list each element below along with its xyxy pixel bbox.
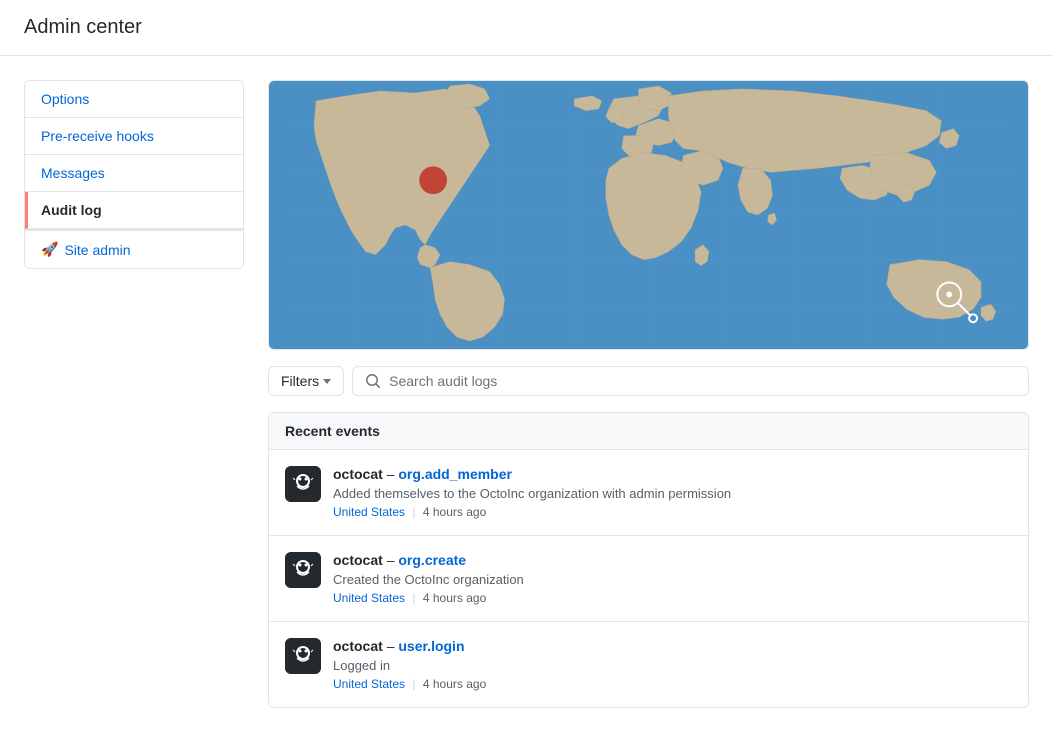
meta-separator: | <box>412 677 415 691</box>
event-meta: United States | 4 hours ago <box>333 591 1012 605</box>
octocat-icon <box>285 466 321 502</box>
event-time: 4 hours ago <box>423 677 486 691</box>
event-title: octocat – org.add_member <box>333 466 1012 482</box>
event-separator: – <box>387 466 399 482</box>
event-separator: – <box>387 638 399 654</box>
event-location[interactable]: United States <box>333 677 405 691</box>
event-meta: United States | 4 hours ago <box>333 505 1012 519</box>
event-description: Added themselves to the OctoInc organiza… <box>333 486 1012 501</box>
filters-button[interactable]: Filters <box>268 366 344 396</box>
search-icon <box>365 373 381 389</box>
event-description: Logged in <box>333 658 1012 673</box>
event-title: octocat – org.create <box>333 552 1012 568</box>
event-username[interactable]: octocat <box>333 638 383 654</box>
event-action[interactable]: user.login <box>398 638 464 654</box>
page-title: Admin center <box>24 16 1029 39</box>
sidebar-item-site-admin[interactable]: 🚀 Site admin <box>25 231 243 268</box>
avatar <box>285 552 321 588</box>
sidebar-item-options[interactable]: Options <box>25 81 243 118</box>
event-username[interactable]: octocat <box>333 552 383 568</box>
rocket-icon: 🚀 <box>41 241 58 258</box>
event-separator: – <box>387 552 399 568</box>
avatar <box>285 466 321 502</box>
octocat-icon <box>285 552 321 588</box>
sidebar-item-audit-log[interactable]: Audit log <box>25 192 243 229</box>
sidebar: Options Pre-receive hooks Messages Audit… <box>24 80 244 269</box>
event-time: 4 hours ago <box>423 591 486 605</box>
event-title: octocat – user.login <box>333 638 1012 654</box>
meta-separator: | <box>412 505 415 519</box>
avatar <box>285 638 321 674</box>
sidebar-item-pre-receive-hooks[interactable]: Pre-receive hooks <box>25 118 243 155</box>
filters-label: Filters <box>281 373 319 389</box>
world-map <box>268 80 1029 350</box>
sidebar-item-messages[interactable]: Messages <box>25 155 243 192</box>
event-description: Created the OctoInc organization <box>333 572 1012 587</box>
event-action[interactable]: org.add_member <box>398 466 512 482</box>
event-meta: United States | 4 hours ago <box>333 677 1012 691</box>
event-username[interactable]: octocat <box>333 466 383 482</box>
event-time: 4 hours ago <box>423 505 486 519</box>
sidebar-site-admin-label: Site admin <box>64 242 130 258</box>
event-item: octocat – org.create Created the OctoInc… <box>269 536 1028 622</box>
event-location[interactable]: United States <box>333 505 405 519</box>
event-details: octocat – org.create Created the OctoInc… <box>333 552 1012 605</box>
filters-bar: Filters <box>268 366 1029 396</box>
event-details: octocat – org.add_member Added themselve… <box>333 466 1012 519</box>
meta-separator: | <box>412 591 415 605</box>
recent-events-header: Recent events <box>269 413 1028 450</box>
event-location[interactable]: United States <box>333 591 405 605</box>
event-item: octocat – org.add_member Added themselve… <box>269 450 1028 536</box>
octocat-icon <box>285 638 321 674</box>
event-item: octocat – user.login Logged in United St… <box>269 622 1028 707</box>
event-action[interactable]: org.create <box>398 552 466 568</box>
chevron-down-icon <box>323 379 331 384</box>
search-input[interactable] <box>389 373 1016 389</box>
main-content: Filters Recent events <box>268 80 1029 708</box>
event-details: octocat – user.login Logged in United St… <box>333 638 1012 691</box>
search-box <box>352 366 1029 396</box>
recent-events-card: Recent events <box>268 412 1029 708</box>
